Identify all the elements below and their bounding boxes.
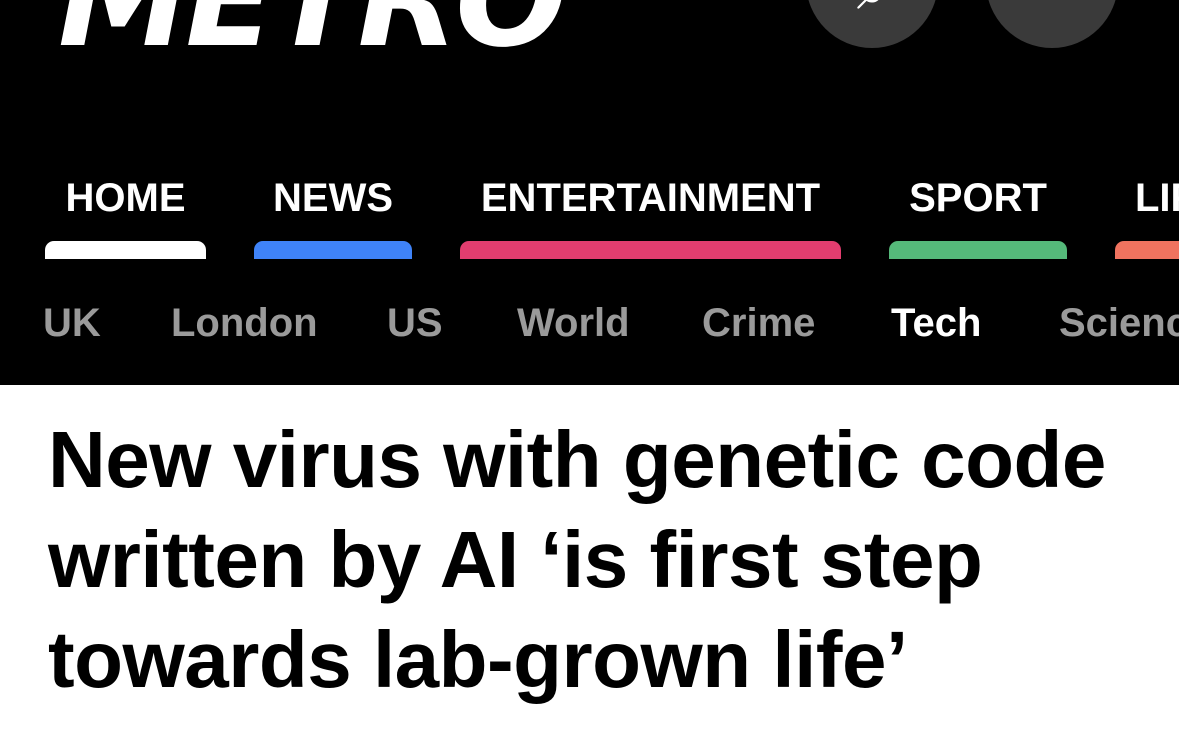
nav-tab-label: HOME [65, 176, 186, 220]
metro-logo[interactable]: METRO [58, 0, 567, 66]
site-header: METRO ⌕ HOME NEWS ENTERTAINMENT SPORT LI… [0, 0, 1179, 385]
nav-tab-lifestyle[interactable]: LIFESTYLE [1115, 170, 1179, 260]
nav-tab-label: LIFESTYLE [1135, 176, 1179, 220]
nav-tab-sport[interactable]: SPORT [889, 170, 1067, 260]
nav-tab-entertainment[interactable]: ENTERTAINMENT [460, 170, 841, 260]
main-nav: HOME NEWS ENTERTAINMENT SPORT LIFESTYLE [0, 170, 1179, 260]
subnav-item-london[interactable]: London [171, 296, 318, 350]
nav-tab-label: NEWS [273, 176, 393, 220]
subnav-item-tech[interactable]: Tech [891, 296, 981, 350]
search-icon: ⌕ [806, 0, 938, 18]
subnav-item-uk[interactable]: UK [43, 296, 101, 350]
nav-tab-news[interactable]: NEWS [254, 170, 412, 260]
sub-nav: UK London US World Crime Tech Science [0, 296, 1179, 350]
nav-tab-home[interactable]: HOME [45, 170, 206, 260]
nav-underline [1115, 241, 1179, 259]
nav-underline [889, 241, 1067, 259]
subnav-item-crime[interactable]: Crime [702, 296, 815, 350]
nav-tab-label: SPORT [909, 176, 1047, 220]
subnav-item-world[interactable]: World [517, 296, 630, 350]
nav-underline [460, 241, 841, 259]
subnav-item-us[interactable]: US [387, 296, 443, 350]
menu-button[interactable] [986, 0, 1118, 48]
search-button[interactable]: ⌕ [806, 0, 938, 48]
nav-underline [45, 241, 206, 259]
nav-underline [254, 241, 412, 259]
nav-tab-label: ENTERTAINMENT [480, 176, 821, 220]
article-headline: New virus with genetic code written by A… [48, 415, 1106, 704]
subnav-item-science[interactable]: Science [1059, 296, 1179, 350]
